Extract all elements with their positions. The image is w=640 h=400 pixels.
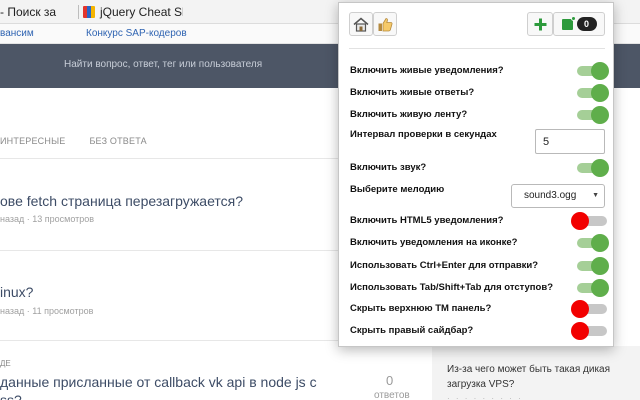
- live-answers-toggle[interactable]: [577, 84, 609, 102]
- check-interval-input[interactable]: [535, 129, 605, 154]
- sound-toggle[interactable]: [577, 159, 609, 177]
- setting-melody-label: Выберите мелодию: [350, 184, 445, 195]
- toggle-knob: [591, 257, 609, 275]
- toggle-knob: [571, 212, 589, 230]
- chevron-down-icon: ▼: [592, 192, 599, 199]
- melody-select-value: sound3.ogg: [524, 190, 577, 201]
- bookmark-link[interactable]: Конкурс SAP-кодеров: [86, 28, 187, 39]
- filter-unanswered-tab[interactable]: БЕЗ ОТВЕТА: [89, 136, 146, 146]
- icon-notifications-toggle[interactable]: [577, 234, 609, 252]
- setting-live-notifications-label: Включить живые уведомления?: [350, 65, 504, 76]
- divider: [0, 158, 338, 159]
- divider: [0, 250, 338, 251]
- question-meta: назад · 11 просмотров: [0, 306, 94, 316]
- home-button[interactable]: [349, 12, 373, 36]
- tab-indent-toggle[interactable]: [577, 279, 609, 297]
- popup-divider: [349, 48, 605, 49]
- question-title[interactable]: данные присланные от callback vk api в n…: [0, 374, 317, 390]
- setting-sound-label: Включить звук?: [350, 162, 427, 173]
- toggle-knob: [591, 106, 609, 124]
- browser-tab-jquery[interactable]: jQuery Cheat She: [83, 0, 183, 24]
- filter-interesting-tab[interactable]: ИНТЕРЕСНЫЕ: [0, 136, 65, 146]
- answers-label: ответов: [374, 390, 410, 400]
- ctrl-enter-toggle[interactable]: [577, 257, 609, 275]
- setting-live-feed-label: Включить живую ленту?: [350, 109, 468, 120]
- setting-icon-notifications-label: Включить уведомления на иконке?: [350, 237, 518, 248]
- site-search-input[interactable]: Найти вопрос, ответ, тег или пользовател…: [64, 59, 262, 70]
- extension-popup: 0 Включить живые уведомления? Включить ж…: [338, 2, 614, 347]
- toggle-knob: [591, 234, 609, 252]
- setting-check-interval-label: Интервал проверки в секундах: [350, 129, 497, 140]
- home-icon: [353, 17, 369, 32]
- melody-select[interactable]: sound3.ogg ▼: [511, 184, 605, 208]
- question-title[interactable]: inux?: [0, 284, 33, 300]
- browser-tab[interactable]: - Поиск за: [0, 0, 72, 24]
- notification-count-badge: 0: [576, 17, 597, 31]
- setting-hide-tm-panel-label: Скрыть верхнюю ТМ панель?: [350, 303, 492, 314]
- like-button[interactable]: [373, 12, 397, 36]
- setting-live-answers-label: Включить живые ответы?: [350, 87, 475, 98]
- setting-ctrl-enter-label: Использовать Ctrl+Enter для отправки?: [350, 260, 539, 271]
- bookmark-link[interactable]: вансим: [0, 28, 34, 39]
- sidebar-more-indicator: · · · · · · · · ·: [447, 394, 523, 400]
- live-feed-toggle[interactable]: [577, 106, 609, 124]
- toggle-knob: [591, 84, 609, 102]
- plus-icon: [534, 18, 546, 30]
- notifications-button[interactable]: 0: [553, 12, 605, 36]
- toggle-knob: [591, 159, 609, 177]
- setting-html5-notifications-label: Включить HTML5 уведомления?: [350, 215, 504, 226]
- toggle-knob: [571, 322, 589, 340]
- setting-hide-sidebar-label: Скрыть правый сайдбар?: [350, 325, 474, 336]
- question-title-line2[interactable]: ss?: [0, 392, 22, 400]
- favicon-icon: [83, 6, 95, 18]
- sidebar-question-link[interactable]: Из-за чего может быть такая дикая загруз…: [447, 362, 617, 392]
- add-button[interactable]: [527, 12, 553, 36]
- hide-tm-panel-toggle[interactable]: [571, 300, 607, 318]
- question-meta: назад · 13 просмотров: [0, 214, 95, 224]
- tab-separator: [78, 5, 79, 19]
- question-title[interactable]: ове fetch страница перезагружается?: [0, 193, 243, 209]
- notification-square-icon: [561, 15, 576, 30]
- toggle-knob: [591, 62, 609, 80]
- question-filters: ИНТЕРЕСНЫЕ БЕЗ ОТВЕТА: [0, 136, 171, 146]
- setting-tab-indent-label: Использовать Tab/Shift+Tab для отступов?: [350, 282, 553, 293]
- toggle-knob: [571, 300, 589, 318]
- thumbs-up-icon: [378, 17, 393, 31]
- live-notifications-toggle[interactable]: [577, 62, 609, 80]
- tab-title: - Поиск за: [0, 5, 57, 19]
- answers-count: 0: [386, 373, 394, 388]
- html5-notifications-toggle[interactable]: [571, 212, 607, 230]
- question-tag[interactable]: ДЕ: [0, 359, 11, 368]
- toggle-knob: [591, 279, 609, 297]
- hide-sidebar-toggle[interactable]: [571, 322, 607, 340]
- tab-title: jQuery Cheat She: [100, 5, 183, 19]
